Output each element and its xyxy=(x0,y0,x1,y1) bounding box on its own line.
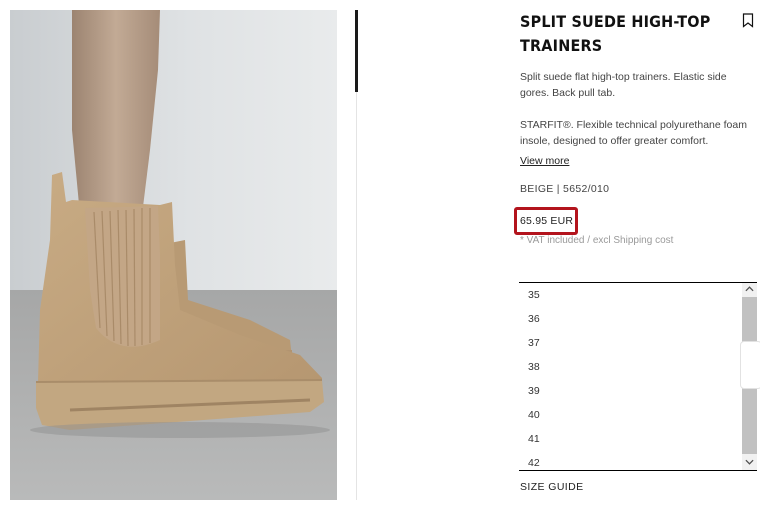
side-panel-handle[interactable] xyxy=(740,341,760,389)
chevron-down-icon[interactable] xyxy=(742,456,757,470)
size-option-42[interactable]: 42 xyxy=(528,456,540,470)
size-option-41[interactable]: 41 xyxy=(528,432,540,446)
size-guide-link[interactable]: SIZE GUIDE xyxy=(520,480,584,494)
size-option-40[interactable]: 40 xyxy=(528,408,540,422)
description-line: Split suede flat high-top trainers. Elas… xyxy=(520,71,727,83)
size-list[interactable]: 35 36 37 38 39 40 41 42 xyxy=(519,282,757,471)
size-option-38[interactable]: 38 xyxy=(528,360,540,374)
bookmark-icon[interactable] xyxy=(742,13,754,28)
product-title: SPLIT SUEDE HIGH-TOP TRAINERS xyxy=(520,10,720,58)
view-more-link[interactable]: View more xyxy=(520,154,569,168)
product-price: 65.95 EUR xyxy=(520,215,574,227)
description-line: insole, designed to offer greater comfor… xyxy=(520,135,709,147)
gallery-scroll-indicator[interactable] xyxy=(355,10,358,92)
chevron-up-icon[interactable] xyxy=(742,283,757,297)
product-image[interactable] xyxy=(10,10,337,500)
product-description: Split suede flat high-top trainers. Elas… xyxy=(520,69,756,101)
product-title-line-2: TRAINERS xyxy=(520,36,603,55)
size-option-37[interactable]: 37 xyxy=(528,336,540,350)
description-line: gores. Back pull tab. xyxy=(520,87,616,99)
size-option-35[interactable]: 35 xyxy=(528,288,540,302)
tax-note: * VAT included / excl Shipping cost xyxy=(520,235,674,246)
size-option-39[interactable]: 39 xyxy=(528,384,540,398)
product-feature-description: STARFIT®. Flexible technical polyurethan… xyxy=(520,117,756,149)
product-title-line-1: SPLIT SUEDE HIGH-TOP xyxy=(520,12,711,31)
size-option-36[interactable]: 36 xyxy=(528,312,540,326)
description-line: STARFIT®. Flexible technical polyurethan… xyxy=(520,119,747,131)
color-reference: BEIGE | 5652/010 xyxy=(520,183,610,195)
